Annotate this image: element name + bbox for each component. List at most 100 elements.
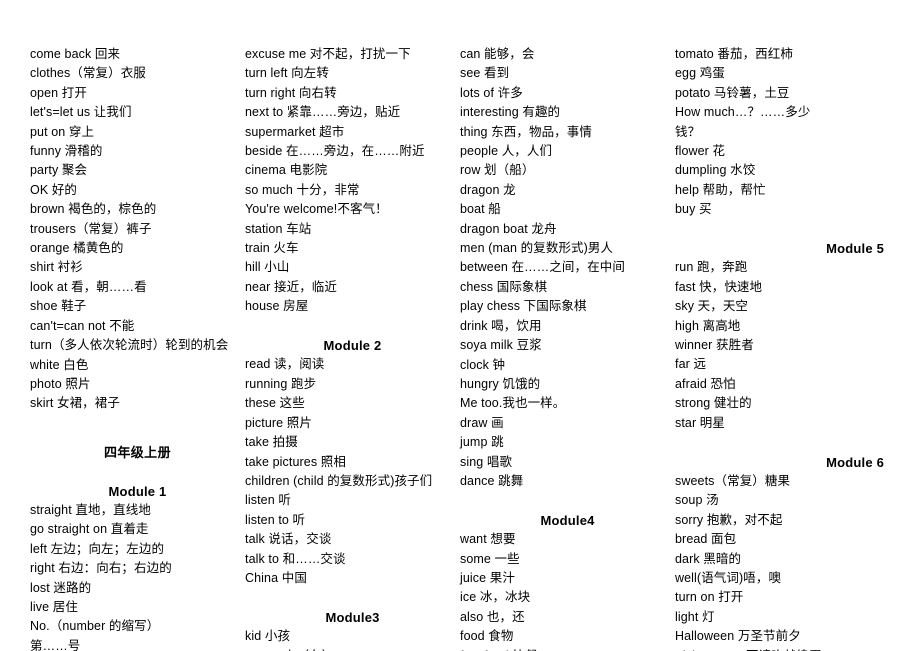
vocabulary-entry: bread 面包	[675, 532, 737, 547]
vocabulary-entry: photo 照片	[30, 376, 91, 391]
vocabulary-entry: next to 紧靠……旁边，贴近	[245, 105, 401, 120]
vocabulary-entry: cinema 电影院	[245, 163, 328, 178]
vocabulary-columns: come back 回来 clothes（常复）衣服 open 打开 let's=le…	[30, 45, 890, 651]
vocabulary-entry: shirt 衬衫	[30, 260, 83, 275]
vocabulary-entry: jump 跳	[460, 435, 504, 450]
vertical-spacer	[245, 588, 460, 607]
vocabulary-entry: read 读，阅读	[245, 357, 325, 372]
vocabulary-entry: high 离高地	[675, 318, 741, 333]
vocabulary-entry: look at 看，朝……看	[30, 279, 147, 294]
vocabulary-entry: put on 穿上	[30, 124, 95, 139]
vocabulary-entry: supermarket 超市	[245, 124, 345, 139]
vocabulary-entry: light 灯	[675, 609, 715, 624]
vocabulary-entry: dumpling 水饺	[675, 163, 756, 178]
vocabulary-entry: white 白色	[30, 357, 89, 372]
module-heading: Module 1	[108, 483, 167, 499]
vocabulary-entry: between 在……之间，在中间	[460, 260, 625, 275]
module-heading: Module 5	[826, 241, 884, 257]
vocabulary-entry: right 右边：向右；右边的	[30, 561, 172, 576]
vocabulary-entry: can't=can not 不能	[30, 318, 135, 333]
vocabulary-entry: some 一些	[460, 551, 520, 566]
vocabulary-entry: dark 黑暗的	[675, 551, 742, 566]
vocabulary-entry: 第……号	[30, 638, 81, 651]
vocabulary-entry: want 想要	[460, 532, 516, 547]
vocabulary-page: come back 回来 clothes（常复）衣服 open 打开 let's=le…	[0, 0, 920, 651]
vocabulary-entry: ice 冰，冰块	[460, 590, 531, 605]
vocabulary-entry: sky 天，天空	[675, 299, 749, 314]
vertical-spacer	[460, 491, 675, 510]
module-heading: Module3	[325, 609, 380, 625]
vocabulary-entry: lots of 许多	[460, 85, 523, 100]
grade-heading: 四年级上册	[103, 444, 171, 460]
vocabulary-entry: help 帮助，帮忙	[675, 182, 766, 197]
vocabulary-entry: shoe 鞋子	[30, 299, 87, 314]
vocabulary-entry: turn left 向左转	[245, 66, 329, 81]
vocabulary-entry: lost 迷路的	[30, 580, 92, 595]
vocabulary-entry: row 划（船）	[460, 163, 535, 178]
vocabulary-entry: talk 说话，交谈	[245, 532, 332, 547]
vocabulary-entry: these 这些	[245, 396, 305, 411]
vocabulary-entry: beside 在……旁边，在……附近	[245, 144, 425, 159]
vocabulary-entry: sorry 抱歉，对不起	[675, 512, 783, 527]
vocabulary-entry: funny 滑稽的	[30, 144, 103, 159]
vocabulary-entry: men (man 的复数形式)男人	[460, 241, 614, 256]
vocabulary-entry: take pictures 照相	[245, 454, 346, 469]
vocabulary-entry: running 跑步	[245, 376, 317, 391]
vocabulary-entry: let's=let us 让我们	[30, 105, 132, 120]
vocabulary-entry: strong 健壮的	[675, 396, 752, 411]
vocabulary-entry: take 拍摄	[245, 435, 298, 450]
vocabulary-entry: talk to 和……交谈	[245, 551, 346, 566]
vocabulary-entry: skirt 女裙，裙子	[30, 396, 120, 411]
vocabulary-entry: so much 十分，非常	[245, 182, 360, 197]
vocabulary-entry: turn（多人依次轮流时）轮到的机会	[30, 338, 229, 353]
column-3: can 能够，会 see 看到 lots of 许多 interesting 有趣的 t…	[460, 45, 675, 651]
vertical-spacer	[675, 220, 890, 239]
vertical-spacer	[30, 462, 245, 481]
vocabulary-entry: hungry 饥饿的	[460, 376, 541, 391]
vocabulary-entry: brown 褐色的，棕色的	[30, 202, 157, 217]
vocabulary-entry: chess 国际象棋	[460, 279, 548, 294]
module-heading: Module 2	[323, 338, 382, 354]
vocabulary-entry: get on 上（车）	[245, 647, 460, 651]
vocabulary-entry: You're welcome!不客气！	[245, 202, 388, 217]
vocabulary-entry: dragon 龙	[460, 182, 516, 197]
vocabulary-entry: Halloween 万圣节前夕	[675, 629, 801, 644]
vocabulary-entry: live 居住	[30, 599, 78, 614]
vocabulary-entry: fast food 快餐	[460, 647, 675, 651]
vocabulary-entry: straight 直地，直线地	[30, 502, 151, 517]
vocabulary-entry: well(语气词)唔，噢	[675, 570, 782, 585]
vocabulary-entry: tomato 番茄，西红柿	[675, 47, 793, 61]
vocabulary-entry: food 食物	[460, 629, 514, 644]
vocabulary-entry: potato 马铃薯，土豆	[675, 85, 790, 100]
vocabulary-entry: can 能够，会	[460, 47, 535, 61]
vocabulary-entry: 钱？	[675, 124, 701, 139]
vocabulary-entry: China 中国	[245, 570, 307, 585]
vocabulary-entry: interesting 有趣的	[460, 105, 561, 120]
vocabulary-entry: left 左边；向左；左边的	[30, 541, 165, 556]
vocabulary-entry: soya milk 豆浆	[460, 338, 542, 353]
vocabulary-entry: star 明星	[675, 415, 726, 430]
vocabulary-entry: How much…？……多少	[675, 105, 811, 120]
vocabulary-entry: soup 汤	[675, 493, 719, 508]
vocabulary-entry: Me too.我也一样。	[460, 396, 566, 411]
vocabulary-entry: trick or treat 不请吃就捣蛋	[675, 647, 890, 651]
vocabulary-entry: juice 果汁	[460, 570, 515, 585]
vocabulary-entry: turn on 打开	[675, 590, 744, 605]
vocabulary-entry: children (child 的复数形式)孩子们	[245, 473, 433, 488]
vocabulary-entry: turn right 向右转	[245, 85, 337, 100]
vocabulary-entry: sweets（常复）糖果	[675, 473, 791, 488]
vocabulary-entry: party 聚会	[30, 163, 88, 178]
vocabulary-entry: clothes（常复）衣服	[30, 66, 146, 81]
column-1: come back 回来 clothes（常复）衣服 open 打开 let's=le…	[30, 45, 245, 651]
vocabulary-entry: fast 快，快速地	[675, 279, 763, 294]
vocabulary-entry: draw 画	[460, 415, 504, 430]
vocabulary-entry: flower 花	[675, 144, 726, 159]
vocabulary-entry: buy 买	[675, 202, 712, 217]
vocabulary-entry: orange 橘黄色的	[30, 241, 124, 256]
vocabulary-entry: afraid 恐怕	[675, 376, 736, 391]
vocabulary-entry: excuse me 对不起，打扰一下	[245, 47, 411, 61]
vocabulary-entry: egg 鸡蛋	[675, 66, 725, 81]
vocabulary-entry: play chess 下国际象棋	[460, 299, 587, 314]
vocabulary-entry: listen to 听	[245, 512, 306, 527]
vocabulary-entry: No.（number 的缩写）	[30, 619, 160, 634]
